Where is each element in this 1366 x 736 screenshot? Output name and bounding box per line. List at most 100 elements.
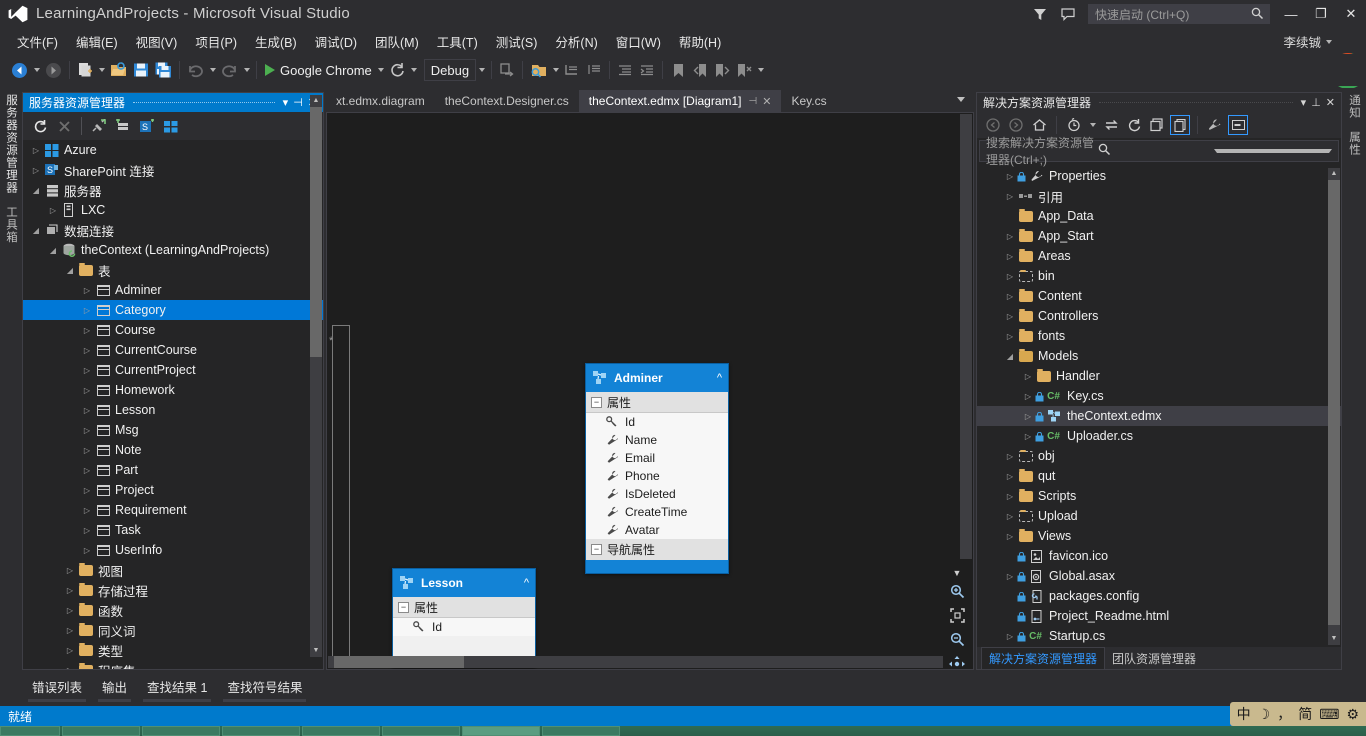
ime-toolbar[interactable]: 中 ☽ ， 简 ⌨ ⚙ [1230,702,1366,726]
solution-tree-item[interactable]: App_Data [977,206,1341,226]
forward-icon[interactable] [1006,115,1026,135]
solution-tree-item[interactable]: ▷Global.asax [977,566,1341,586]
expander-icon[interactable]: ▷ [80,366,94,375]
collapse-toggle[interactable]: − [591,544,602,555]
expander-icon[interactable]: ▷ [1003,172,1017,181]
ime-shape-label[interactable]: 简 [1298,704,1312,724]
chevron-down-icon[interactable]: ▾ [1301,96,1307,109]
navigate-back-icon[interactable] [8,58,31,82]
server-tree-item[interactable]: ▷UserInfo [23,540,323,560]
expander-icon[interactable]: ▷ [1003,252,1017,261]
expander-icon[interactable]: ▷ [80,546,94,555]
entity-section-properties[interactable]: − 属性 [393,597,535,618]
toolbar-overflow-icon[interactable] [755,68,766,72]
properties-icon[interactable] [1205,115,1225,135]
chevron-down-icon[interactable] [1326,40,1332,44]
scroll-up-arrow[interactable]: ▲ [310,95,322,107]
solution-tree-item[interactable]: ▷Areas [977,246,1341,266]
stop-icon[interactable] [53,114,75,138]
entity-header[interactable]: Lesson ^ [393,569,535,597]
undo-dropdown-icon[interactable] [207,68,218,72]
pending-changes-dropdown-icon[interactable] [1087,123,1098,127]
server-tree-item[interactable]: ▷Adminer [23,280,323,300]
back-icon[interactable] [983,115,1003,135]
editor-tab[interactable]: theContext.edmx [Diagram1]⊣✕ [579,90,782,112]
expander-icon[interactable]: ▷ [63,606,77,615]
canvas-vertical-scrollbar[interactable] [960,114,972,559]
ime-settings-icon[interactable]: ⚙ [1346,706,1359,723]
entity-section-properties[interactable]: − 属性 [586,392,728,413]
expander-icon[interactable]: ▷ [63,666,77,670]
solution-tree-item[interactable]: ▷Controllers [977,306,1341,326]
collapse-toggle[interactable]: − [591,397,602,408]
menu-item-8[interactable]: 测试(S) [487,28,547,55]
pan-icon[interactable] [949,656,965,670]
zoom-in-icon[interactable] [950,584,965,602]
expander-icon[interactable]: ▷ [1003,632,1017,641]
expander-icon[interactable]: ▷ [1003,472,1017,481]
ime-keyboard-icon[interactable]: ⌨ [1319,706,1339,723]
ime-punctuation-icon[interactable]: ， [1277,704,1291,724]
expander-icon[interactable]: ▷ [80,346,94,355]
scrollbar-thumb[interactable] [310,107,322,357]
solution-tree-item[interactable]: Project_Readme.html [977,606,1341,626]
scroll-down-arrow[interactable]: ▼ [310,645,322,657]
comment-icon[interactable] [561,58,583,82]
refresh-dropdown-icon[interactable] [409,68,420,72]
expander-icon[interactable]: ▷ [1003,512,1017,521]
expander-icon[interactable]: ◢ [46,246,60,255]
zoom-out-icon[interactable] [950,632,965,650]
entity-adminer[interactable]: Adminer ^ − 属性 IdNameEmailPhoneIsDeleted… [585,363,729,574]
entity-header[interactable]: Adminer ^ [586,364,728,392]
solution-tree-item[interactable]: ▷C#Key.cs [977,386,1341,406]
server-tree-item[interactable]: ▷Part [23,460,323,480]
step-into-icon[interactable] [496,58,518,82]
add-server-icon[interactable] [112,114,134,138]
server-tree-item[interactable]: ▷Category [23,300,323,320]
vertical-tab-properties[interactable]: 属性 [1343,125,1365,162]
expander-icon[interactable]: ◢ [29,226,43,235]
solution-tree-item[interactable]: ◢Models [977,346,1341,366]
sharepoint-connection-icon[interactable]: S [136,114,158,138]
chevron-down-icon[interactable] [957,97,965,102]
refresh-icon[interactable] [29,114,51,138]
expander-icon[interactable]: ▷ [46,206,60,215]
server-tree-item[interactable]: ▷Project [23,480,323,500]
expander-icon[interactable]: ▷ [1003,452,1017,461]
expander-icon[interactable]: ▷ [29,166,43,175]
entity-property[interactable]: Email [586,449,728,467]
solution-explorer-bottom-tabs[interactable]: 解决方案资源管理器团队资源管理器 [977,647,1341,669]
chevron-down-icon[interactable]: ▾ [283,96,289,109]
expander-icon[interactable]: ▷ [80,406,94,415]
server-tree-item[interactable]: ▷函数 [23,600,323,620]
expander-icon[interactable]: ▷ [80,446,94,455]
expander-icon[interactable]: ▷ [29,146,43,155]
editor-tab-strip[interactable]: xt.edmx.diagramtheContext.Designer.csthe… [326,90,974,112]
chevron-up-icon[interactable]: ^ [717,372,722,384]
menu-item-11[interactable]: 帮助(H) [670,28,730,55]
find-dropdown-icon[interactable] [550,68,561,72]
search-icon[interactable] [1098,143,1210,159]
close-button[interactable]: ✕ [1336,0,1366,28]
taskbar-button[interactable] [542,726,620,736]
expander-icon[interactable]: ▷ [1021,392,1035,401]
server-tree-item[interactable]: ▷CurrentProject [23,360,323,380]
show-all-files-icon[interactable] [1170,115,1190,135]
server-tree-item[interactable]: ▷同义词 [23,620,323,640]
editor-tab[interactable]: theContext.Designer.cs [435,90,579,112]
menu-item-6[interactable]: 团队(M) [366,28,428,55]
solution-configuration-dropdown-icon[interactable] [476,68,487,72]
server-tree-item[interactable]: ▷Note [23,440,323,460]
menu-item-0[interactable]: 文件(F) [8,28,67,55]
chevron-down-icon[interactable] [1214,149,1332,153]
solution-bottom-tab[interactable]: 解决方案资源管理器 [981,647,1105,669]
server-tree-item[interactable]: ▷视图 [23,560,323,580]
expander-icon[interactable]: ◢ [29,186,43,195]
expander-icon[interactable]: ▷ [80,306,94,315]
menu-item-4[interactable]: 生成(B) [246,28,306,55]
quick-launch-input[interactable]: 快速启动 (Ctrl+Q) [1088,4,1270,24]
expander-icon[interactable]: ▷ [80,426,94,435]
menu-item-3[interactable]: 项目(P) [186,28,246,55]
next-bookmark-icon[interactable] [711,58,733,82]
server-tree-item[interactable]: ◢theContext (LearningAndProjects) [23,240,323,260]
